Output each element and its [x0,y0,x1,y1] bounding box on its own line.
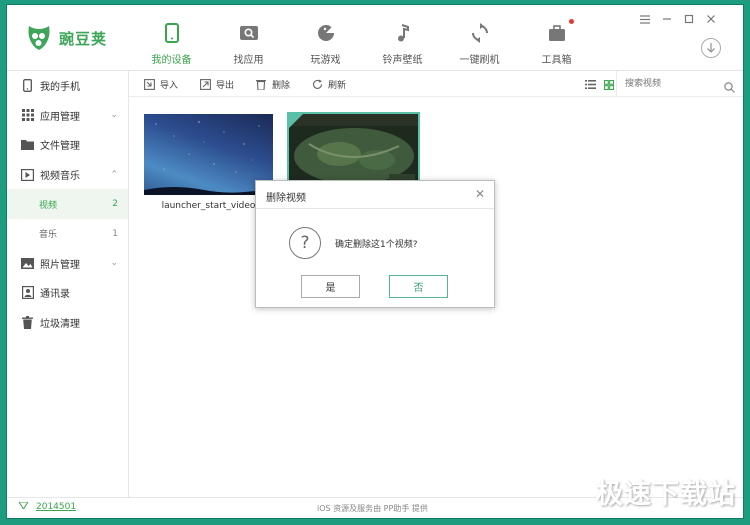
minimize-icon[interactable] [661,13,673,25]
nav-play-games[interactable]: 玩游戏 [287,5,364,71]
sidebar-item-app-manager[interactable]: 应用管理 ⌄ [7,101,128,131]
video-icon [21,168,34,181]
nav-label: 铃声壁纸 [382,55,423,66]
refresh-icon [311,79,323,91]
chevron-down-icon[interactable]: ⌄ [110,258,118,268]
sidebar-item-videos[interactable]: 视频 2 [7,189,128,219]
delete-button[interactable]: 删除 [255,78,290,91]
nav-label: 玩游戏 [310,55,341,66]
music-note-icon [392,23,414,43]
nav-one-click-flash[interactable]: 一键刷机 [441,5,518,71]
nav-my-device[interactable]: 我的设备 [133,5,210,71]
trash-icon [255,79,267,91]
menu-icon[interactable] [639,13,651,25]
sidebar-item-label: 垃圾清理 [40,319,80,331]
sidebar-item-photo-manager[interactable]: 照片管理 ⌄ [7,249,128,279]
version-link[interactable]: 2014501 [36,502,76,512]
main-nav: 我的设备 找应用 玩游戏 铃声壁纸 一键刷机 工具箱 [133,5,595,71]
sidebar-item-label: 我的手机 [40,82,80,94]
nav-label: 找应用 [233,55,264,66]
phone-icon [161,23,183,43]
sidebar: 我的手机 应用管理 ⌄ 文件管理 视频音乐 ⌃ 视频 2 音乐 1 照片管理 ⌄ [7,71,129,497]
service-text: iOS 资源及服务由 PP助手 提供 [317,504,428,513]
search-input[interactable] [625,72,725,96]
export-icon [199,79,211,91]
nav-toolbox[interactable]: 工具箱 [518,5,595,71]
import-icon [143,79,155,91]
refresh-icon [469,23,491,43]
image-icon [21,257,34,270]
sidebar-item-file-manager[interactable]: 文件管理 [7,130,128,160]
toolbar: 导入 导出 删除 刷新 [129,71,743,97]
top-bar: 豌豆荚 我的设备 找应用 玩游戏 铃声壁纸 一键刷机 工具箱 [7,5,743,71]
sidebar-item-music[interactable]: 音乐 1 [7,219,128,249]
notification-dot [569,19,574,24]
wifi-icon [18,501,29,512]
nav-label: 工具箱 [541,55,572,66]
import-label: 导入 [160,81,179,91]
refresh-label: 刷新 [328,81,347,91]
dialog-message: 确定删除这1个视频? [335,240,418,250]
chevron-up-icon[interactable]: ⌃ [110,170,118,180]
app-name: 豌豆荚 [59,29,108,48]
search-box [616,71,743,97]
app-search-icon [238,23,260,43]
item-count: 2 [112,199,118,210]
confirm-no-button[interactable]: 否 [389,275,448,298]
video-thumbnail[interactable] [144,114,273,195]
refresh-button[interactable]: 刷新 [311,78,346,91]
nav-find-apps[interactable]: 找应用 [210,5,287,71]
dialog-title: 删除视频 [266,193,306,204]
sidebar-item-label: 音乐 [39,230,58,241]
nav-label: 我的设备 [151,55,192,66]
list-view-icon[interactable] [585,79,596,90]
pea-logo-icon [25,22,53,54]
grid-icon [21,109,34,122]
toolbox-icon [546,23,568,43]
watermark: 极速下载站 [596,479,736,510]
sidebar-item-label: 视频音乐 [40,171,80,183]
trash-icon [21,316,34,330]
chevron-down-icon[interactable]: ⌄ [110,110,118,120]
video-title: launcher_start_video [161,201,256,211]
grid-view-icon[interactable] [603,79,614,90]
import-button[interactable]: 导入 [143,78,178,91]
window-controls [639,13,717,25]
game-icon [315,23,337,43]
contacts-icon [21,286,34,300]
maximize-icon[interactable] [683,13,695,25]
question-icon: ? [289,227,321,259]
sidebar-item-label: 通讯录 [40,289,70,301]
delete-label: 删除 [272,81,291,91]
sidebar-item-my-phone[interactable]: 我的手机 [7,71,128,101]
version-info: 2014501 [18,501,76,512]
sidebar-item-label: 应用管理 [40,111,80,123]
sidebar-item-label: 照片管理 [40,259,80,271]
folder-icon [21,138,34,151]
export-button[interactable]: 导出 [199,78,234,91]
sidebar-item-junk-cleanup[interactable]: 垃圾清理 [7,308,128,338]
search-icon[interactable] [724,78,735,97]
sidebar-item-label: 文件管理 [40,141,80,153]
download-icon[interactable] [701,38,721,58]
phone-icon [21,79,34,93]
delete-confirm-dialog: 删除视频 ✕ ? 确定删除这1个视频? 是 否 [255,180,495,308]
nav-label: 一键刷机 [459,55,500,66]
sidebar-item-label: 视频 [39,200,58,211]
close-icon[interactable]: ✕ [475,187,485,201]
app-logo[interactable]: 豌豆荚 [25,22,107,54]
dialog-divider [256,208,494,209]
confirm-yes-button[interactable]: 是 [301,275,360,298]
export-label: 导出 [216,81,235,91]
item-count: 1 [112,228,118,239]
sidebar-item-video-music[interactable]: 视频音乐 ⌃ [7,160,128,190]
sidebar-item-contacts[interactable]: 通讯录 [7,278,128,308]
selected-check-icon [289,114,303,128]
app-window: 豌豆荚 我的设备 找应用 玩游戏 铃声壁纸 一键刷机 工具箱 我的手机 应用管理… [6,4,744,519]
nav-ringtones-wallpapers[interactable]: 铃声壁纸 [364,5,441,71]
close-icon[interactable] [705,13,717,25]
